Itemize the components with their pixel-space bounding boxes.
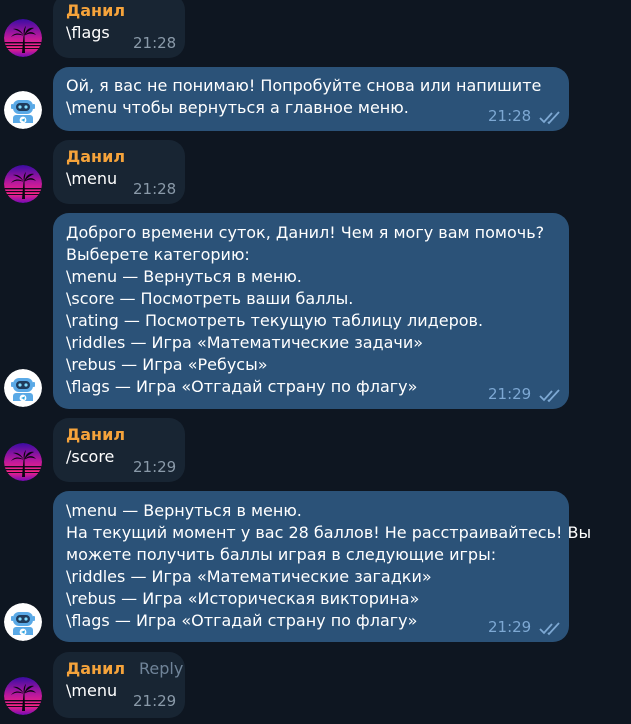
robot-avatar-icon[interactable] — [4, 369, 42, 407]
message-time: 21:29 — [133, 692, 177, 710]
reply-button[interactable]: Reply — [139, 659, 183, 678]
user-avatar-icon[interactable] — [4, 443, 42, 481]
message-bubble[interactable]: Данил \flags 21:28 — [53, 0, 185, 58]
message-time: 21:28 — [488, 107, 532, 125]
message-text: Ой, я вас не понимаю! Попробуйте снова и… — [66, 76, 542, 117]
double-check-icon — [539, 111, 560, 125]
message-time: 21:28 — [133, 34, 177, 52]
user-avatar-icon[interactable] — [4, 165, 42, 203]
user-avatar-icon[interactable] — [4, 677, 42, 715]
double-check-icon — [539, 622, 560, 636]
sender-name[interactable]: Данил — [66, 0, 173, 22]
robot-avatar-icon[interactable] — [4, 91, 42, 129]
sender-row: Данил Reply — [66, 658, 183, 680]
user-avatar-icon[interactable] — [4, 19, 42, 57]
sender-name[interactable]: Данил — [66, 659, 125, 678]
message-bubble[interactable]: Данил \menu 21:28 — [53, 140, 185, 204]
message-text: \menu — Вернуться в меню. На текущий мом… — [66, 501, 592, 630]
robot-avatar-icon[interactable] — [4, 603, 42, 641]
message-text: Доброго времени суток, Данил! Чем я могу… — [66, 223, 545, 396]
message-time: 21:28 — [133, 180, 177, 198]
sender-name[interactable]: Данил — [66, 424, 173, 446]
message-bubble[interactable]: Данил Reply \menu 21:29 — [53, 652, 185, 718]
message-bubble[interactable]: \menu — Вернуться в меню. На текущий мом… — [53, 491, 592, 642]
message-time: 21:29 — [488, 618, 532, 636]
double-check-icon — [539, 389, 560, 403]
message-bubble[interactable]: Данил /score 21:29 — [53, 418, 185, 482]
message-bubble[interactable]: Ой, я вас не понимаю! Попробуйте снова и… — [53, 67, 569, 131]
message-time: 21:29 — [133, 458, 177, 476]
message-bubble[interactable]: Доброго времени суток, Данил! Чем я могу… — [53, 213, 569, 409]
message-time: 21:29 — [488, 385, 532, 403]
sender-name[interactable]: Данил — [66, 146, 173, 168]
